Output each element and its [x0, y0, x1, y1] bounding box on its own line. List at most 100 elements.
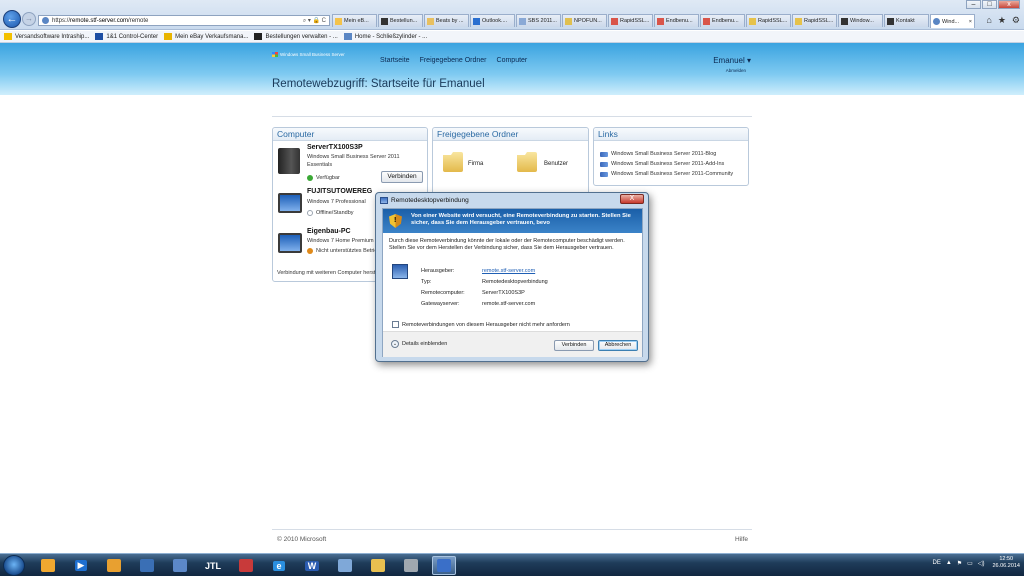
nav-computer[interactable]: Computer	[497, 57, 528, 64]
dialog-cancel-button[interactable]: Abbrechen	[598, 340, 638, 351]
browser-tab[interactable]: Kontakt	[884, 14, 929, 27]
favorite-icon	[343, 33, 352, 40]
browser-tab[interactable]: RapidSSL...	[608, 14, 653, 27]
status-dot-icon	[307, 210, 313, 216]
browser-tab[interactable]: RapidSSL...	[746, 14, 791, 27]
user-menu[interactable]: Emanuel ▾	[713, 56, 751, 65]
minimize-button[interactable]: –	[966, 0, 981, 9]
taskbar-app[interactable]: ▶	[69, 556, 93, 575]
page-header	[0, 43, 1024, 95]
help-link[interactable]: Hilfe	[735, 536, 748, 543]
browser-chrome: – □ x ← → https://remote.stf-server.com/…	[0, 0, 1024, 30]
nav-freigegebene-ordner[interactable]: Freigegebene Ordner	[420, 57, 487, 64]
favorite-icon	[164, 33, 173, 40]
taskbar-app[interactable]: e	[267, 556, 291, 575]
dont-ask-checkbox[interactable]: Remoteverbindungen von diesem Herausgebe…	[392, 321, 570, 328]
clock[interactable]: 12:50 26.06.2014	[992, 556, 1020, 570]
browser-tab[interactable]: SBS 2011...	[516, 14, 561, 27]
favorites-star-icon[interactable]: ★	[998, 15, 1006, 26]
sbs-logo: Windows Small Business Server	[272, 52, 345, 58]
more-computers-link[interactable]: Verbindung mit weiteren Computer herstel…	[277, 270, 387, 276]
tab-favicon-icon	[519, 17, 526, 25]
favorite-link[interactable]: Mein eBay Verkaufsmana...	[164, 33, 248, 40]
divider	[272, 116, 752, 117]
browser-tab[interactable]: Outlook....	[470, 14, 515, 27]
taskbar-app[interactable]	[399, 556, 423, 575]
remote-desktop-icon	[380, 197, 388, 204]
taskbar-app[interactable]	[333, 556, 357, 575]
browser-tab[interactable]: Window...	[838, 14, 883, 27]
network-app-icon	[338, 559, 352, 572]
logout-link[interactable]: Abmelden	[726, 68, 746, 73]
home-icon[interactable]: ⌂	[986, 15, 991, 26]
browser-tab[interactable]: Beats by ...	[424, 14, 469, 27]
taskbar-app[interactable]	[36, 556, 60, 575]
nav-startseite[interactable]: Startseite	[380, 57, 410, 64]
taskbar-app[interactable]	[234, 556, 258, 575]
language-indicator[interactable]: DE	[932, 560, 940, 566]
notepad-icon	[140, 559, 154, 572]
address-bar[interactable]: https://remote.stf-server.com/remote ⌕ ▾…	[38, 15, 330, 26]
start-button[interactable]	[3, 555, 25, 576]
system-tray: DE ▲ ⚑ ▭ ◁) 12:50 26.06.2014	[927, 556, 1020, 570]
browser-tab-active[interactable]: Wind... ×	[930, 14, 975, 28]
taskbar-app[interactable]	[366, 556, 390, 575]
computer-item[interactable]: ServerTX100S3P Windows Small Business Se…	[273, 143, 428, 185]
close-window-button[interactable]: x	[998, 0, 1020, 9]
browser-tab[interactable]: NPOFUN...	[562, 14, 607, 27]
tab-favicon-icon	[381, 17, 388, 25]
link-community[interactable]: Windows Small Business Server 2011-Commu…	[600, 171, 733, 177]
connect-button[interactable]: Verbinden	[381, 171, 423, 183]
favorite-link[interactable]: Home - Schließzylinder - ...	[343, 33, 427, 40]
folder-firma[interactable]: Firma	[468, 161, 483, 167]
taskbar-app[interactable]: W	[300, 556, 324, 575]
taskbar-app[interactable]	[432, 556, 456, 575]
tab-favicon-icon	[427, 17, 434, 25]
tray-arrow-icon[interactable]: ▲	[946, 560, 952, 566]
taskbar-app[interactable]	[168, 556, 192, 575]
taskbar-app[interactable]	[102, 556, 126, 575]
forward-button[interactable]: →	[22, 12, 36, 26]
tool-icon	[404, 559, 418, 572]
chevron-down-icon: ⌄	[391, 340, 399, 348]
settings-gear-icon[interactable]: ⚙	[1012, 15, 1020, 26]
field-publisher: Herausgeber: remote.stf-server.com	[421, 268, 536, 274]
tab-favicon-icon	[887, 17, 894, 25]
address-tools[interactable]: ⌕ ▾ 🔒 C	[303, 16, 326, 26]
taskbar-app[interactable]: JTL	[201, 556, 225, 575]
divider	[272, 529, 752, 530]
browser-tab[interactable]: Bestellun...	[378, 14, 423, 27]
tab-favicon-icon	[657, 17, 664, 25]
favorite-icon	[254, 33, 263, 40]
network-icon[interactable]: ▭	[967, 560, 973, 567]
browser-tab[interactable]: Endbenu...	[654, 14, 699, 27]
action-center-flag-icon[interactable]: ⚑	[957, 560, 962, 567]
tab-favicon-icon	[703, 17, 710, 25]
panel-title: Computer	[273, 128, 427, 141]
checkbox-box[interactable]	[392, 321, 399, 328]
favorite-link[interactable]: Bestellungen verwalten - ...	[254, 33, 338, 40]
dialog-connect-button[interactable]: Verbinden	[554, 340, 594, 351]
tab-favicon-icon	[749, 17, 756, 25]
back-button[interactable]: ←	[3, 10, 21, 28]
maximize-button[interactable]: □	[982, 0, 997, 9]
site-favicon-icon	[42, 17, 49, 24]
close-tab-icon[interactable]: ×	[969, 16, 972, 28]
browser-tab[interactable]: RapidSSL...	[792, 14, 837, 27]
remote-desktop-dialog: Remotedesktopverbindung X ! Von einer We…	[375, 192, 649, 362]
folder-benutzer[interactable]: Benutzer	[544, 161, 568, 167]
taskbar-app[interactable]	[135, 556, 159, 575]
details-toggle[interactable]: ⌄ Details einblenden	[391, 340, 447, 348]
favorite-link[interactable]: Versandsoftware Intraship...	[4, 33, 89, 40]
favorite-link[interactable]: 1&1 Control-Center	[95, 33, 158, 40]
computer-name: ServerTX100S3P	[307, 144, 363, 151]
user-folder-icon[interactable]	[517, 152, 537, 172]
folder-icon[interactable]	[443, 152, 463, 172]
dialog-close-button[interactable]: X	[620, 194, 644, 204]
link-addins[interactable]: Windows Small Business Server 2011-Add-I…	[600, 161, 724, 167]
link-blog[interactable]: Windows Small Business Server 2011-Blog	[600, 151, 716, 157]
browser-tab[interactable]: Mein eB...	[332, 14, 377, 27]
volume-icon[interactable]: ◁)	[978, 560, 985, 567]
browser-tab[interactable]: Endbenu...	[700, 14, 745, 27]
publisher-link[interactable]: remote.stf-server.com	[482, 268, 535, 274]
